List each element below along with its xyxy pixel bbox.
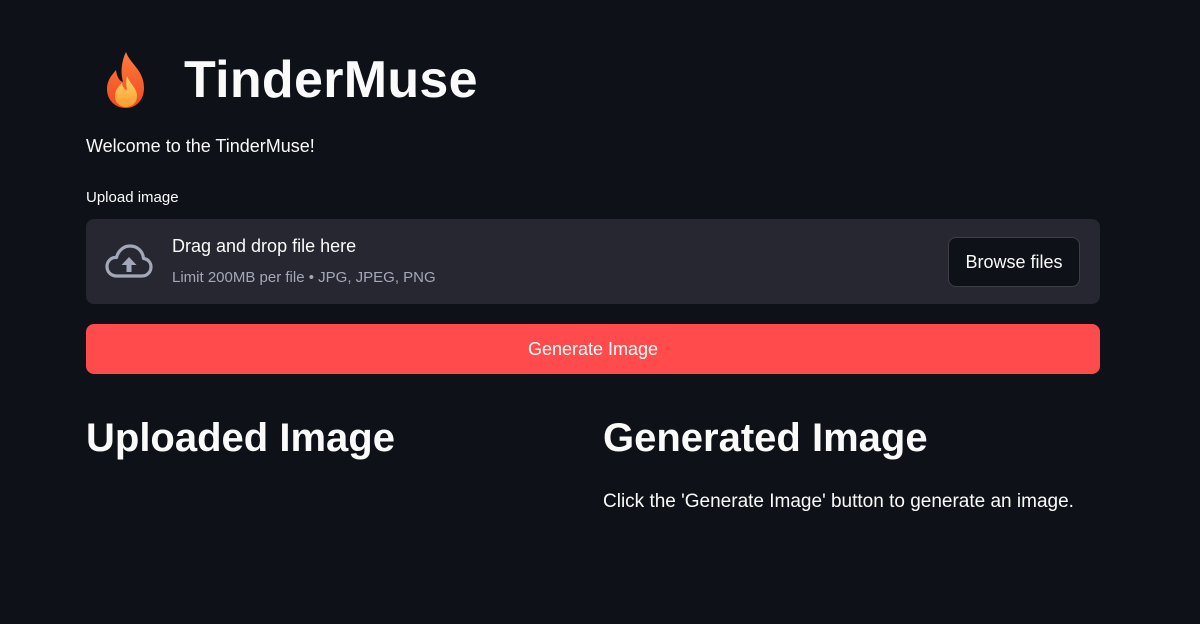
app-title: TinderMuse — [184, 51, 478, 109]
upload-label: Upload image — [86, 189, 179, 206]
welcome-text: Welcome to the TinderMuse! — [86, 136, 315, 156]
title-row: TinderMuse — [86, 44, 478, 116]
uploaded-image-heading: Uploaded Image — [86, 416, 395, 460]
generated-image-heading: Generated Image — [603, 416, 928, 460]
browse-files-button[interactable]: Browse files — [948, 237, 1080, 287]
fire-icon — [96, 48, 156, 112]
app-page: TinderMuse Welcome to the TinderMuse! Up… — [0, 0, 1200, 624]
generate-image-button[interactable]: Generate Image — [86, 324, 1100, 374]
generated-image-placeholder: Click the 'Generate Image' button to gen… — [603, 491, 1074, 512]
cloud-upload-icon — [105, 242, 153, 282]
dropzone-instruction: Drag and drop file here — [172, 236, 357, 256]
file-dropzone[interactable]: Drag and drop file here Limit 200MB per … — [86, 219, 1100, 304]
dropzone-limit-text: Limit 200MB per file • JPG, JPEG, PNG — [172, 269, 436, 286]
